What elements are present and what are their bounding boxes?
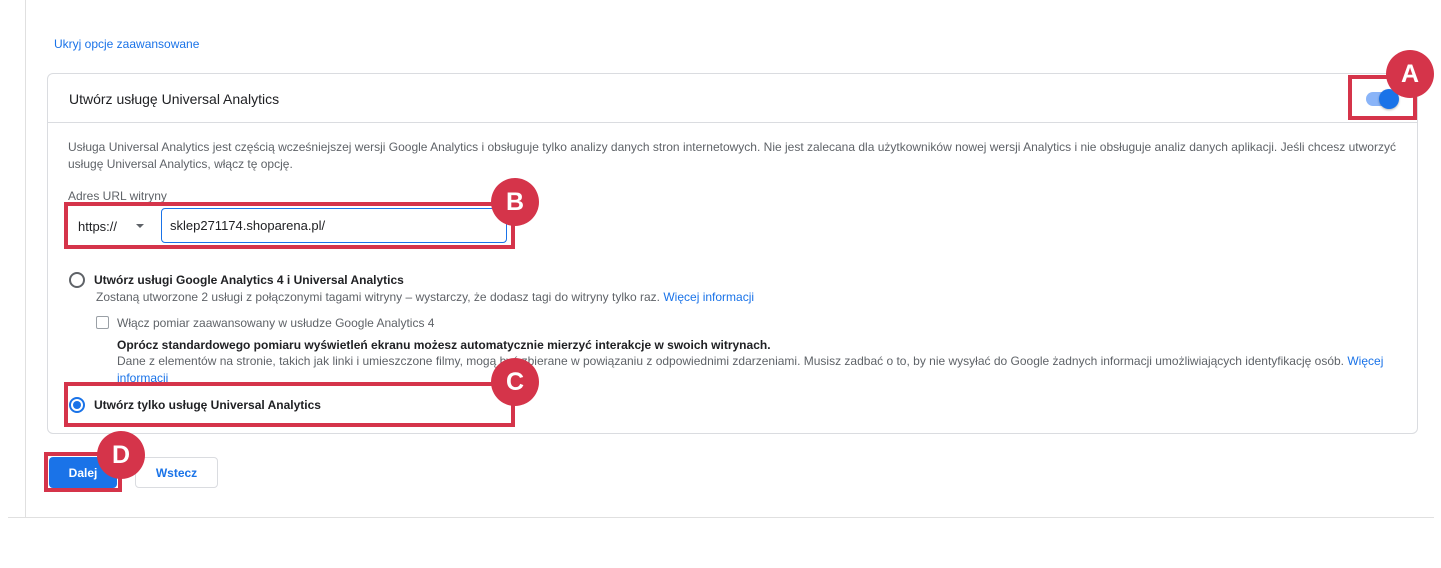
left-divider <box>25 0 26 518</box>
enhanced-measurement-label: Włącz pomiar zaawansowany w usłudze Goog… <box>117 316 435 330</box>
callout-badge-c: C <box>491 358 539 406</box>
hide-advanced-options-link[interactable]: Ukryj opcje zaawansowane <box>54 37 199 51</box>
callout-frame-c <box>64 382 515 427</box>
card-title: Utwórz usługę Universal Analytics <box>69 91 280 107</box>
callout-badge-b: B <box>491 178 539 226</box>
radio-ga4-and-ua[interactable] <box>69 272 85 288</box>
card-header: Utwórz usługę Universal Analytics <box>48 74 1417 123</box>
enhanced-measurement-title: Oprócz standardowego pomiaru wyświetleń … <box>117 338 771 352</box>
callout-badge-a: A <box>1386 50 1434 98</box>
ua-description: Usługa Universal Analytics jest częścią … <box>68 140 1396 171</box>
option-ga4-and-ua-subtitle-text: Zostaną utworzone 2 usługi z połączonymi… <box>96 290 661 304</box>
callout-badge-d: D <box>97 431 145 479</box>
back-button[interactable]: Wstecz <box>135 457 218 488</box>
website-url-label: Adres URL witryny <box>68 189 167 203</box>
bottom-divider <box>8 517 1434 518</box>
option-ga4-and-ua-subtitle: Zostaną utworzone 2 usługi z połączonymi… <box>96 290 754 304</box>
callout-frame-b <box>64 202 515 249</box>
more-info-link[interactable]: Więcej informacji <box>663 290 754 304</box>
option-ga4-and-ua-title: Utwórz usługi Google Analytics 4 i Unive… <box>94 273 404 287</box>
enhanced-measurement-checkbox[interactable] <box>96 316 109 329</box>
enhanced-measurement-description-text: Dane z elementów na stronie, takich jak … <box>117 354 1345 368</box>
